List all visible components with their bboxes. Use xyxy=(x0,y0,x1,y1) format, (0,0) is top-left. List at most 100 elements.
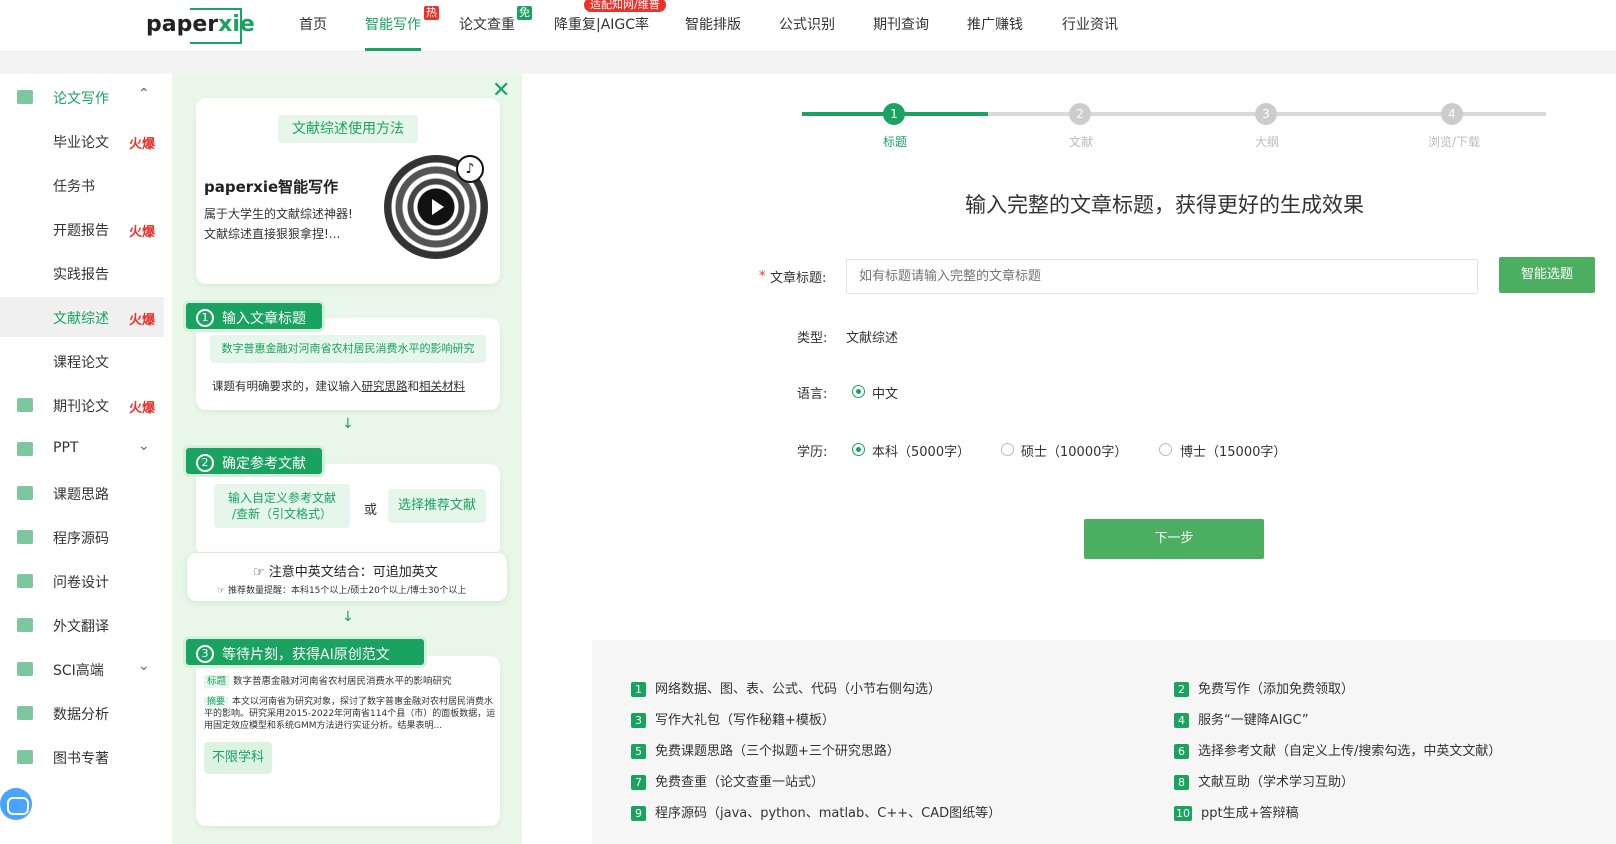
nav-journal-query[interactable]: 期刊查询 xyxy=(873,14,929,34)
sidebar-item-label: 期刊论文 xyxy=(53,399,109,415)
idea-icon xyxy=(17,486,33,500)
app-root: paperxie 首页 智能写作 热 论文查重 免 降重复|AIGC率 适配知网… xyxy=(0,0,1616,844)
sidebar-item-source-code[interactable]: 程序源码 xyxy=(0,517,164,557)
title-tag: 标题 xyxy=(204,675,230,688)
nav-plagiarism-check[interactable]: 论文查重 xyxy=(459,14,515,34)
education-master-radio[interactable] xyxy=(1001,443,1014,456)
feature-number: 3 xyxy=(631,713,646,728)
education-master-label[interactable]: 硕士（10000字） xyxy=(1021,441,1127,460)
paperxie-logo[interactable]: paperxie xyxy=(146,8,255,44)
sidebar-item-paper-writing[interactable]: 论文写作 ⌃ xyxy=(0,77,164,117)
or-text: 或 xyxy=(364,503,378,518)
sidebar-item-label: 问卷设计 xyxy=(53,575,109,591)
nav-formula-recognition[interactable]: 公式识别 xyxy=(779,14,835,34)
hot-tag: 火爆 xyxy=(129,137,156,152)
note-card: ☞ 注意中英文结合：可追加英文 ☞ 推荐数量提醒：本科15个以上/硕士20个以上… xyxy=(186,552,508,602)
step3-title: 等待片刻，获得AI原创范文 xyxy=(222,647,390,663)
article-title-input[interactable] xyxy=(846,259,1478,294)
result-title-row: 标题 数字普惠金融对河南省农村居民消费水平的影响研究 xyxy=(204,673,452,688)
play-icon xyxy=(418,189,454,225)
top-nav-bar: paperxie 首页 智能写作 热 论文查重 免 降重复|AIGC率 适配知网… xyxy=(0,0,1616,52)
step-dot-1: 1 xyxy=(883,103,905,125)
sidebar-item-task-book[interactable]: 任务书 xyxy=(0,165,164,205)
sidebar-item-label: 论文写作 xyxy=(53,91,109,107)
education-label: 学历: xyxy=(797,445,828,460)
nav-industry-news[interactable]: 行业资讯 xyxy=(1062,14,1118,34)
sidebar-item-translation[interactable]: 外文翻译 xyxy=(0,605,164,645)
logo-text: paperxie xyxy=(146,12,255,37)
step1-hint-d: 相关材料 xyxy=(419,379,465,393)
feature-text: 免费写作（添加免费领取） xyxy=(1198,682,1355,697)
sidebar-item-label: 文献综述 xyxy=(53,311,109,327)
education-phd-radio[interactable] xyxy=(1159,443,1172,456)
sci-icon xyxy=(17,662,33,676)
sidebar-item-label: 程序源码 xyxy=(53,531,109,547)
nav-reduce-duplication[interactable]: 降重复|AIGC率 xyxy=(554,14,649,34)
sidebar-item-sci[interactable]: SCI高端 ⌄ xyxy=(0,649,164,689)
chevron-up-icon: ⌃ xyxy=(138,86,150,102)
sidebar-item-data-analysis[interactable]: 数据分析 xyxy=(0,693,164,733)
edit-icon xyxy=(17,90,33,104)
step-label-4: 浏览/下载 xyxy=(1428,135,1481,149)
nav-smart-layout[interactable]: 智能排版 xyxy=(685,14,741,34)
sidebar-item-ppt[interactable]: PPT ⌄ xyxy=(0,429,164,469)
header-spacer xyxy=(0,52,1616,74)
education-phd-label[interactable]: 博士（15000字） xyxy=(1180,441,1286,460)
next-step-button[interactable]: 下一步 xyxy=(1084,519,1264,559)
book-icon xyxy=(17,750,33,764)
education-bachelor-label[interactable]: 本科（5000字） xyxy=(872,441,970,460)
step1-hint: 课题有明确要求的，建议输入研究思路和相关材料 xyxy=(212,378,465,394)
sidebar-item-label: 课题思路 xyxy=(53,487,109,503)
note-title-text: 注意中英文结合：可追加英文 xyxy=(268,565,438,580)
feature-number: 4 xyxy=(1174,713,1189,728)
sidebar-item-literature-review[interactable]: 文献综述 火爆 xyxy=(0,297,164,337)
feature-number: 6 xyxy=(1174,744,1189,759)
hand-icon: ☞ xyxy=(217,586,228,596)
feature-item: 2 免费写作（添加免费领取） xyxy=(1174,678,1354,697)
education-bachelor-radio[interactable] xyxy=(852,443,865,456)
sidebar-item-journal-paper[interactable]: 期刊论文 火爆 xyxy=(0,385,164,425)
hot-tag: 火爆 xyxy=(129,313,156,328)
note-title: ☞ 注意中英文结合：可追加英文 xyxy=(253,561,438,580)
brand-desc-2: 文献综述直接狠狠拿捏!... xyxy=(204,227,341,241)
sidebar-item-course-paper[interactable]: 课程论文 xyxy=(0,341,164,381)
feature-number: 8 xyxy=(1174,775,1189,790)
nav-promotion[interactable]: 推广赚钱 xyxy=(967,14,1023,34)
ppt-icon xyxy=(17,442,33,456)
language-chinese-radio[interactable] xyxy=(852,385,865,398)
douyin-qr-code[interactable]: ♪ xyxy=(384,155,488,259)
step-number: 3 xyxy=(196,645,214,663)
logo-text-suffix: xie xyxy=(218,12,255,37)
step-number: 2 xyxy=(196,454,214,472)
sidebar-item-proposal[interactable]: 开题报告 火爆 xyxy=(0,209,164,249)
feature-text: 网络数据、图、表、公式、代码（小节右侧勾选） xyxy=(655,682,942,697)
chart-icon xyxy=(17,706,33,720)
feature-text: ppt生成+答辩稿 xyxy=(1201,806,1299,821)
adapt-badge: 适配知网/维普 xyxy=(584,0,666,12)
recommended-reference-option[interactable]: 选择推荐文献 xyxy=(388,489,486,523)
language-chinese-label[interactable]: 中文 xyxy=(872,383,898,402)
abstract-text: 本文以河南省为研究对象，探讨了数字普惠金融对农村居民消费水平的影响。研究采用20… xyxy=(204,697,496,731)
step1-title: 输入文章标题 xyxy=(222,311,306,327)
sidebar-item-topic-ideas[interactable]: 课题思路 xyxy=(0,473,164,513)
sidebar-item-label: 开题报告 xyxy=(53,223,109,239)
smart-topic-button[interactable]: 智能选题 xyxy=(1499,257,1595,293)
custom-reference-line2: /查新（引文格式） xyxy=(231,507,333,521)
sidebar-item-survey-design[interactable]: 问卷设计 xyxy=(0,561,164,601)
step-label-2: 文献 xyxy=(1069,135,1094,149)
language-label: 语言: xyxy=(797,387,828,402)
chat-support-icon[interactable] xyxy=(0,788,32,820)
feature-item: 6 选择参考文献（自定义上传/搜索勾选，中英文文献） xyxy=(1174,740,1501,759)
feature-text: 服务“一键降AIGC” xyxy=(1198,713,1309,728)
feature-text: 程序源码（java、python、matlab、C++、CAD图纸等） xyxy=(655,806,1002,821)
result-title: 数字普惠金融对河南省农村居民消费水平的影响研究 xyxy=(233,676,452,687)
step-label-1: 标题 xyxy=(883,135,908,149)
custom-reference-option[interactable]: 输入自定义参考文献/查新（引文格式） xyxy=(214,484,350,528)
sidebar-item-books[interactable]: 图书专著 xyxy=(0,737,164,777)
step1-hint-c: 和 xyxy=(407,379,420,393)
nav-smart-writing[interactable]: 智能写作 xyxy=(365,14,421,34)
nav-home[interactable]: 首页 xyxy=(299,14,327,34)
sidebar-item-graduation-thesis[interactable]: 毕业论文 火爆 xyxy=(0,121,164,161)
sidebar-item-practice-report[interactable]: 实践报告 xyxy=(0,253,164,293)
abstract-tag: 摘要 xyxy=(204,697,229,707)
